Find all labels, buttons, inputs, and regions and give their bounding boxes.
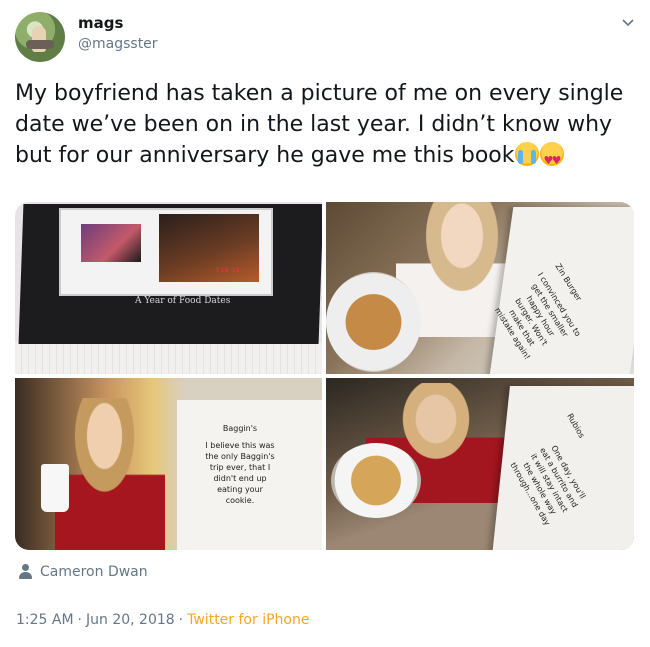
burrito-plate [331,443,421,518]
cup [41,464,69,512]
page-text: I believe this was the only Baggin's tri… [205,441,275,505]
book-title: A Year of Food Dates [135,296,231,306]
avatar[interactable] [15,12,65,62]
photo-3[interactable]: Baggin's I believe this was the only Bag… [15,378,322,550]
cover-photo-frame [59,208,273,296]
tablecloth [15,342,322,374]
meta-separator: · [77,612,82,628]
chevron-down-icon[interactable] [622,16,634,28]
person [55,398,165,550]
meta-separator: · [178,612,184,628]
photo-4[interactable]: Rubios One day, you'll eat a burrito and… [326,378,634,550]
loudly-crying-face-icon [515,142,540,166]
person-icon [18,564,32,580]
author-handle[interactable]: @magsster [78,36,158,52]
tagged-user-name[interactable]: Cameron Dwan [40,564,148,580]
tweet-date[interactable]: Jun 20, 2018 [86,612,175,628]
heart-eyes-face-icon [540,142,565,176]
tweet-meta: 1:25 AM · Jun 20, 2018 · Twitter for iPh… [16,612,309,628]
avatar-figure-legs [26,40,54,49]
cover-date: 3 18 '18 [215,267,240,274]
media-grid: 3 18 '18 A Year of Food Dates Zin Burger… [15,202,634,550]
tweet-text: My boyfriend has taken a picture of me o… [15,78,640,176]
burger-plate [326,272,421,372]
tweet-source[interactable]: Twitter for iPhone [187,612,309,628]
tweet-time[interactable]: 1:25 AM [16,612,74,628]
cover-photo-large [159,214,259,282]
author-display-name[interactable]: mags [78,14,123,32]
cover-photo-small [81,224,141,262]
tagged-user[interactable]: Cameron Dwan [18,562,148,582]
page-title: Baggin's [222,424,258,433]
photo-2[interactable]: Zin Burger I convinced you to get the sm… [326,202,634,374]
photo-1[interactable]: 3 18 '18 A Year of Food Dates [15,202,322,374]
